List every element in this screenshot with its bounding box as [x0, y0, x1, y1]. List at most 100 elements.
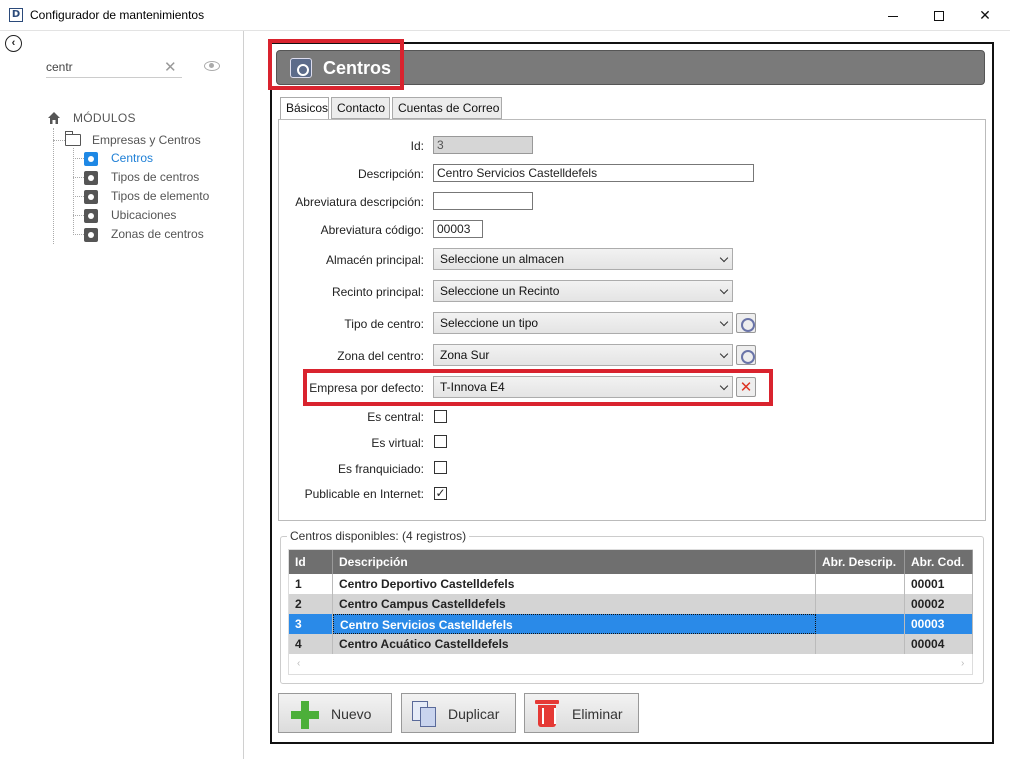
sidebar-item-label: Centros — [111, 151, 154, 165]
cell-abr-cod: 00001 — [905, 574, 973, 594]
tipo-de-centro-settings-icon[interactable] — [736, 313, 756, 333]
descripcion-field[interactable]: Centro Servicios Castelldefels — [433, 164, 754, 182]
check-icon: ✓ — [435, 486, 446, 500]
recinto-principal-select[interactable]: Seleccione un Recinto — [433, 280, 733, 302]
es-virtual-checkbox[interactable] — [434, 435, 447, 448]
cell-descripcion: Centro Campus Castelldefels — [333, 594, 816, 614]
search-input[interactable]: centr — [46, 58, 182, 78]
sidebar-item-label: Zonas de centros — [111, 227, 204, 241]
column-header-descripcion[interactable]: Descripción — [333, 550, 816, 574]
plus-icon — [291, 701, 319, 729]
recinto-principal-value: Seleccione un Recinto — [440, 284, 560, 298]
minimize-icon — [888, 15, 898, 17]
table-row[interactable]: 1 Centro Deportivo Castelldefels 00001 — [289, 574, 973, 594]
scroll-left-icon[interactable]: ‹ — [297, 658, 300, 669]
id-label: Id: — [410, 139, 424, 153]
sidebar: ‹ centr ✕ MÓDULOS Empresas y Centros Cen… — [0, 31, 244, 759]
zona-del-centro-label: Zona del centro: — [337, 349, 424, 363]
eliminar-button[interactable]: Eliminar — [524, 693, 639, 733]
es-franquiciado-checkbox[interactable] — [434, 461, 447, 474]
es-franquiciado-label: Es franquiciado: — [337, 462, 424, 476]
cell-abr-cod: 00002 — [905, 594, 973, 614]
chevron-down-icon — [719, 285, 729, 295]
tree-connector — [73, 177, 84, 178]
centros-disponibles-title: Centros disponibles: (4 registros) — [287, 529, 470, 543]
tree-root-modulos[interactable]: MÓDULOS — [73, 111, 136, 125]
nuevo-button[interactable]: Nuevo — [278, 693, 392, 733]
abreviatura-descripcion-label: Abreviatura descripción: — [295, 195, 424, 209]
tree-folder-empresas-centros[interactable]: Empresas y Centros — [92, 133, 201, 147]
table-row-selected[interactable]: 3 Centro Servicios Castelldefels 00003 — [289, 614, 973, 634]
column-header-abr-descrip[interactable]: Abr. Descrip. — [816, 550, 905, 574]
highlight-box-title — [268, 39, 404, 90]
title-bar: D Configurador de mantenimientos ✕ — [0, 0, 1010, 31]
cell-abr-descrip — [816, 634, 905, 654]
sidebar-item-label: Tipos de centros — [111, 170, 200, 184]
maximize-icon — [934, 11, 944, 22]
almacen-principal-value: Seleccione un almacen — [440, 252, 565, 266]
recinto-principal-label: Recinto principal: — [331, 285, 424, 299]
tree-connector — [73, 158, 84, 159]
cell-id: 1 — [289, 574, 333, 594]
minimize-button[interactable] — [870, 0, 916, 31]
cell-id: 2 — [289, 594, 333, 614]
eliminar-label: Eliminar — [572, 706, 623, 722]
descripcion-label: Descripción: — [357, 167, 424, 181]
cell-abr-cod: 00004 — [905, 634, 973, 654]
table-row[interactable]: 4 Centro Acuático Castelldefels 00004 — [289, 634, 973, 654]
sidebar-item-label: Ubicaciones — [111, 208, 177, 222]
back-arrow-icon[interactable]: ‹ — [5, 35, 22, 52]
sidebar-item-label: Tipos de elemento — [111, 189, 210, 203]
table-row[interactable]: 2 Centro Campus Castelldefels 00002 — [289, 594, 973, 614]
publicable-label: Publicable en Internet: — [304, 487, 424, 501]
tab-basicos[interactable]: Básicos — [280, 97, 329, 120]
es-central-label: Es central: — [367, 410, 424, 424]
id-field: 3 — [433, 136, 533, 154]
tree-connector — [73, 215, 84, 216]
tree-connector — [73, 196, 84, 197]
nuevo-label: Nuevo — [331, 706, 372, 722]
almacen-principal-label: Almacén principal: — [325, 253, 424, 267]
chevron-down-icon — [719, 253, 729, 263]
close-icon: ✕ — [979, 7, 991, 23]
close-button[interactable]: ✕ — [962, 0, 1008, 31]
cell-abr-cod: 00003 — [905, 614, 973, 634]
clear-search-icon[interactable]: ✕ — [164, 58, 177, 76]
scroll-right-icon[interactable]: › — [961, 658, 964, 669]
zona-del-centro-settings-icon[interactable] — [736, 345, 756, 365]
abreviatura-codigo-label: Abreviatura código: — [320, 223, 424, 237]
duplicar-button[interactable]: Duplicar — [401, 693, 516, 733]
maximize-button[interactable] — [916, 0, 962, 31]
tree-connector — [73, 148, 74, 235]
copy-icon — [410, 699, 440, 729]
app-icon: D — [9, 8, 23, 22]
almacen-principal-select[interactable]: Seleccione un almacen — [433, 248, 733, 270]
column-header-abr-cod[interactable]: Abr. Cod. — [905, 550, 973, 574]
cell-descripcion: Centro Deportivo Castelldefels — [333, 574, 816, 594]
abreviatura-codigo-field[interactable]: 00003 — [433, 220, 483, 238]
home-icon — [48, 112, 60, 124]
zona-del-centro-value: Zona Sur — [440, 348, 490, 362]
es-virtual-label: Es virtual: — [371, 436, 424, 450]
horizontal-scrollbar[interactable]: ‹ › — [289, 654, 973, 674]
eye-icon[interactable] — [204, 61, 220, 71]
tipo-de-centro-value: Seleccione un tipo — [440, 316, 539, 330]
zona-del-centro-select[interactable]: Zona Sur — [433, 344, 733, 366]
cell-descripcion: Centro Acuático Castelldefels — [333, 634, 816, 654]
window-title: Configurador de mantenimientos — [30, 8, 205, 22]
duplicar-label: Duplicar — [448, 706, 500, 722]
gear-icon — [84, 171, 98, 185]
cell-descripcion: Centro Servicios Castelldefels — [333, 614, 816, 634]
tab-contacto[interactable]: Contacto — [331, 97, 390, 119]
column-header-id[interactable]: Id — [289, 550, 333, 574]
cell-abr-descrip — [816, 594, 905, 614]
trash-icon — [535, 700, 559, 728]
tab-cuentas-de-correo[interactable]: Cuentas de Correo — [392, 97, 502, 119]
publicable-checkbox[interactable]: ✓ — [434, 487, 447, 500]
tipo-de-centro-select[interactable]: Seleccione un tipo — [433, 312, 733, 334]
tree-connector — [73, 234, 84, 235]
abreviatura-descripcion-field[interactable] — [433, 192, 533, 210]
es-central-checkbox[interactable] — [434, 410, 447, 423]
tree-connector — [53, 128, 54, 244]
cell-id: 3 — [289, 614, 333, 634]
